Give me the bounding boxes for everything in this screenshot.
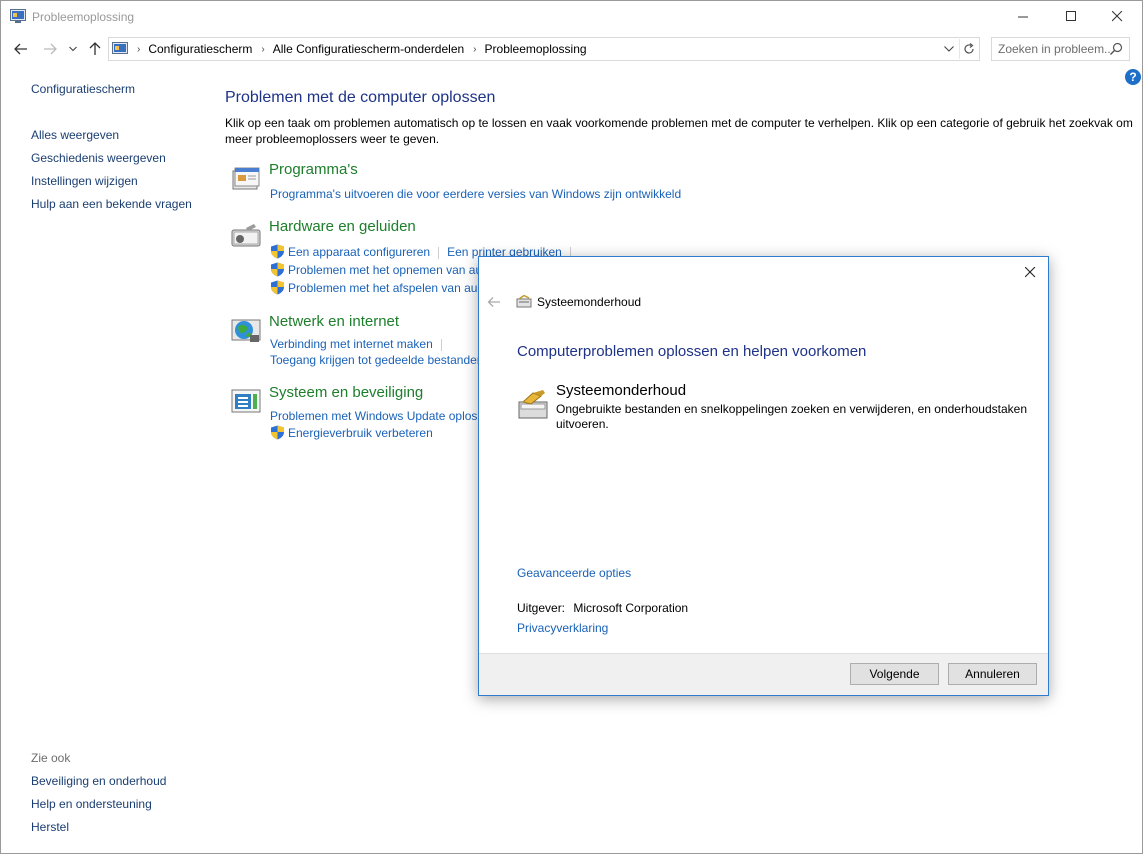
troubleshooter-dialog: Systeemonderhoud Computerproblemen oplos… [478,256,1049,696]
forward-button[interactable] [41,40,59,58]
minimize-button[interactable] [1000,1,1046,31]
main-content: Problemen met de computer oplossen Klik … [225,89,1135,440]
nav-control-panel-home[interactable]: Configuratiescherm [31,82,192,105]
hardware-sound-icon [231,224,261,247]
left-navigation: Configuratiescherm Alles weergeven Gesch… [31,81,192,220]
link-separator [438,246,440,259]
publisher-value: Microsoft Corporation [573,601,689,615]
see-also-section: Zie ook Beveiliging en onderhoud Help en… [31,751,166,843]
category-title[interactable]: Programma's [269,161,358,178]
link-audio-playback[interactable]: Problemen met het afspelen van au [288,281,477,295]
page-title: Problemen met de computer oplossen [225,89,496,106]
dialog-breadcrumb: Systeemonderhoud [537,295,642,309]
chevron-down-icon [69,46,77,52]
publisher-info: Uitgever: Microsoft Corporation [517,601,688,615]
maximize-button[interactable] [1048,1,1094,31]
search-icon [1110,42,1123,55]
breadcrumb-separator[interactable]: › [261,44,264,55]
troubleshooter-title: Systeemonderhoud [556,382,687,399]
up-button[interactable] [86,40,104,58]
control-panel-icon [10,9,26,23]
title-bar: Probleemoplossing [1,1,1142,32]
programs-icon [232,167,260,190]
help-icon[interactable]: ? [1125,69,1141,85]
system-security-icon [231,389,261,413]
window-title: Probleemoplossing [32,10,135,24]
arrow-up-icon [89,42,101,55]
maximize-icon [1065,10,1076,21]
uac-shield-icon [271,280,284,295]
breadcrumb-all-items[interactable]: Alle Configuratiescherm-onderdelen [273,42,464,56]
dialog-heading: Computerproblemen oplossen en helpen voo… [517,343,867,360]
nav-get-help[interactable]: Hulp aan een bekende vragen [31,197,192,220]
link-power-usage[interactable]: Energieverbruik verbeteren [288,426,433,440]
search-input[interactable]: Zoeken in probleem... [991,37,1130,61]
address-bar[interactable]: › Configuratiescherm › Alle Configuratie… [108,37,980,61]
maintenance-icon [516,295,532,308]
nav-view-history[interactable]: Geschiedenis weergeven [31,151,192,174]
link-connect-internet[interactable]: Verbinding met internet maken [270,337,450,351]
privacy-statement-link[interactable]: Privacyverklaring [517,621,608,635]
dialog-close-button[interactable] [1017,261,1043,283]
link-configure-device-label[interactable]: Een apparaat configureren [288,245,430,259]
maintenance-icon [518,390,548,419]
breadcrumb-separator[interactable]: › [473,44,476,55]
breadcrumb: › Configuratiescherm › Alle Configuratie… [128,42,587,56]
network-globe-icon [231,319,261,342]
category-title[interactable]: Hardware en geluiden [269,218,416,235]
arrow-left-icon[interactable] [487,295,501,309]
link-connect-internet-label[interactable]: Verbinding met internet maken [270,337,433,351]
close-icon [1024,266,1035,277]
uac-shield-icon [271,244,284,259]
nav-show-all[interactable]: Alles weergeven [31,128,192,151]
control-panel-window: Probleemoplossing › Configuratiescherm ›… [0,0,1143,854]
link-audio-recording[interactable]: Problemen met het opnemen van au [288,263,482,277]
uac-shield-icon [271,425,284,440]
link-shared-files[interactable]: Toegang krijgen tot gedeelde bestanden [270,353,484,367]
breadcrumb-control-panel[interactable]: Configuratiescherm [148,42,252,56]
control-panel-icon [112,42,128,54]
arrow-left-icon [14,43,27,55]
chevron-down-icon [944,46,954,52]
address-dropdown-button[interactable] [941,41,957,57]
page-description: Klik op een taak om problemen automatisc… [225,116,1133,146]
publisher-label: Uitgever: [517,601,566,615]
recent-locations-button[interactable] [66,40,80,58]
see-also-title: Zie ook [31,751,71,765]
minimize-icon [1017,16,1028,17]
link-separator [440,338,442,351]
back-button[interactable] [12,40,30,58]
refresh-icon [963,43,974,54]
cancel-button[interactable]: Annuleren [948,663,1037,685]
link-run-older-programs[interactable]: Programma's uitvoeren die voor eerdere v… [270,187,681,201]
breadcrumb-troubleshooting[interactable]: Probleemoplossing [485,42,587,56]
category-title[interactable]: Netwerk en internet [269,313,399,330]
close-icon [1111,10,1122,21]
category-title[interactable]: Systeem en beveiliging [269,384,423,401]
search-placeholder: Zoeken in probleem... [998,42,1115,56]
advanced-options-link[interactable]: Geavanceerde opties [517,566,631,580]
breadcrumb-separator: › [137,43,141,55]
link-windows-update[interactable]: Problemen met Windows Update oplos [270,409,477,423]
close-button[interactable] [1094,1,1140,31]
uac-shield-icon [271,262,284,277]
nav-change-settings[interactable]: Instellingen wijzigen [31,174,192,197]
refresh-button[interactable] [959,39,977,59]
dialog-footer: Volgende Annuleren [479,653,1048,695]
arrow-right-icon [44,43,57,55]
next-button[interactable]: Volgende [850,663,939,685]
troubleshooter-description: Ongebruikte bestanden en snelkoppelingen… [556,402,1028,431]
navigation-bar: › Configuratiescherm › Alle Configuratie… [1,35,1142,63]
see-also-security-maintenance[interactable]: Beveiliging en onderhoud [31,774,166,797]
see-also-recovery[interactable]: Herstel [31,820,166,843]
see-also-help-support[interactable]: Help en ondersteuning [31,797,166,820]
